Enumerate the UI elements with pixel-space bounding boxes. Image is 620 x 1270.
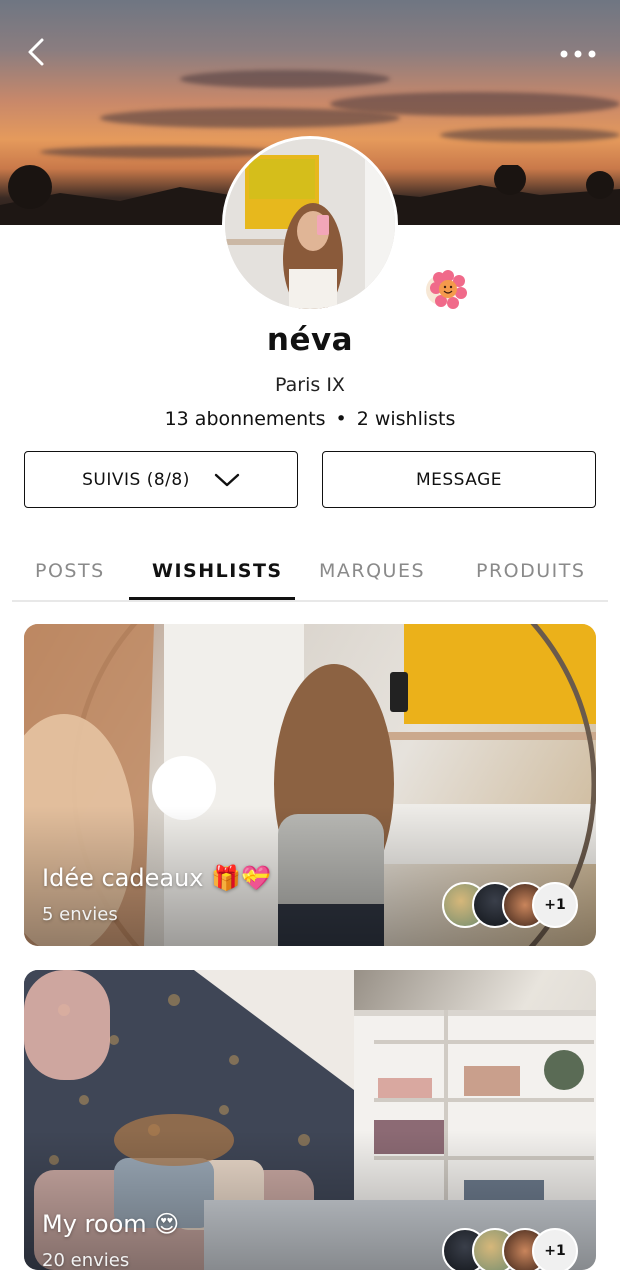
flower-sticker-icon xyxy=(424,266,470,312)
more-options-button[interactable] xyxy=(558,42,598,66)
chevron-down-icon xyxy=(214,473,240,486)
profile-location: Paris IX xyxy=(275,374,345,396)
wishlists-count[interactable]: 2 wishlists xyxy=(357,408,456,430)
tab-produits[interactable]: PRODUITS xyxy=(476,560,585,582)
message-button-label: MESSAGE xyxy=(415,469,503,490)
more-collaborators-badge: +1 xyxy=(532,1228,578,1270)
wishlist-card[interactable]: My room 😍 20 envies +1 xyxy=(24,970,596,1270)
chevron-left-icon xyxy=(28,38,44,66)
tab-posts[interactable]: POSTS xyxy=(35,560,105,582)
active-tab-indicator xyxy=(129,597,295,600)
wishlist-collaborators[interactable]: +1 xyxy=(442,1228,578,1270)
message-button[interactable]: MESSAGE xyxy=(322,451,596,508)
stats-separator: • xyxy=(335,408,347,430)
tab-marques[interactable]: MARQUES xyxy=(319,560,425,582)
tab-wishlists[interactable]: WISHLISTS xyxy=(152,560,283,582)
following-count[interactable]: 13 abonnements xyxy=(165,408,326,430)
profile-name: néva xyxy=(266,322,354,358)
back-button[interactable] xyxy=(22,36,54,68)
profile-stats: 13 abonnements • 2 wishlists xyxy=(0,408,620,430)
wishlist-collaborators[interactable]: +1 xyxy=(442,882,578,928)
wishlist-title: Idée cadeaux 🎁💝 xyxy=(42,864,271,892)
wishlist-title: My room 😍 xyxy=(42,1210,180,1238)
wishlist-count: 20 envies xyxy=(42,1250,130,1270)
follow-status-button[interactable]: SUIVIS (8/8) xyxy=(24,451,298,508)
more-collaborators-badge: +1 xyxy=(532,882,578,928)
profile-tabs: POSTS WISHLISTS MARQUES PRODUITS xyxy=(12,548,608,602)
profile-avatar[interactable] xyxy=(222,136,398,312)
wishlist-count: 5 envies xyxy=(42,904,118,925)
follow-button-label: SUIVIS (8/8) xyxy=(82,469,190,490)
wishlist-card[interactable]: Idée cadeaux 🎁💝 5 envies +1 xyxy=(24,624,596,946)
more-horizontal-icon xyxy=(560,50,596,58)
